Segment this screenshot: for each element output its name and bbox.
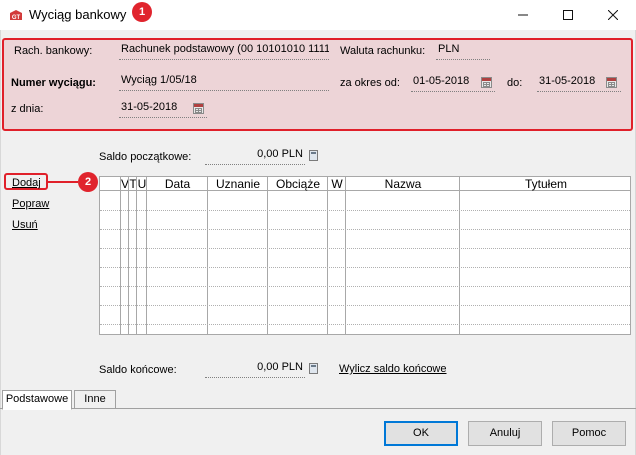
row-divider	[100, 248, 630, 249]
calculator-icon[interactable]	[309, 363, 318, 374]
column-divider	[327, 177, 328, 334]
account-field[interactable]: Rachunek podstawowy (00 10101010 1111	[119, 41, 329, 60]
close-icon	[607, 10, 618, 20]
callout-1: 1	[132, 2, 152, 22]
column-divider	[207, 177, 208, 334]
minimize-icon	[517, 14, 528, 16]
column-header-name[interactable]: Nazwa	[346, 177, 460, 191]
calendar-icon[interactable]	[481, 77, 492, 88]
cancel-button[interactable]: Anuluj	[468, 421, 542, 446]
edit-link[interactable]: Popraw	[12, 198, 49, 210]
date-label: z dnia:	[11, 103, 44, 115]
tab-other[interactable]: Inne	[74, 390, 116, 409]
callout-connector	[48, 181, 78, 183]
opening-balance-field[interactable]: 0,00 PLN	[205, 146, 305, 165]
column-header-credit[interactable]: Uznanie	[208, 177, 268, 191]
add-link[interactable]: Dodaj	[12, 177, 41, 189]
column-header-w[interactable]: W	[328, 177, 346, 191]
delete-link[interactable]: Usuń	[12, 219, 38, 231]
row-divider	[100, 267, 630, 268]
minimize-button[interactable]	[500, 0, 545, 30]
title-bar: GT Wyciąg bankowy	[0, 0, 636, 30]
period-to-label: do:	[507, 77, 523, 89]
currency-field[interactable]: PLN	[436, 41, 490, 60]
ok-button[interactable]: OK	[384, 421, 458, 446]
statement-number-label: Numer wyciągu:	[11, 77, 96, 89]
row-divider	[100, 305, 630, 306]
column-divider	[459, 177, 460, 334]
row-divider	[100, 324, 630, 325]
window-title: Wyciąg bankowy	[29, 7, 127, 22]
statement-number-field[interactable]: Wyciąg 1/05/18	[119, 72, 329, 91]
account-label: Rach. bankowy:	[14, 45, 93, 57]
app-logo-icon: GT	[10, 10, 22, 21]
table-header: V T U Data Uznanie Obciąże W Nazwa Tytuł…	[100, 177, 630, 191]
calendar-icon[interactable]	[606, 77, 617, 88]
column-divider	[128, 177, 129, 334]
column-divider	[146, 177, 147, 334]
currency-label: Waluta rachunku:	[340, 45, 426, 57]
column-header-date[interactable]: Data	[147, 177, 208, 191]
column-header-debit[interactable]: Obciąże	[268, 177, 328, 191]
svg-text:GT: GT	[12, 15, 21, 21]
callout-2: 2	[78, 172, 98, 192]
column-divider	[345, 177, 346, 334]
close-button[interactable]	[590, 0, 635, 30]
tab-basic[interactable]: Podstawowe	[2, 390, 72, 410]
closing-balance-field[interactable]: 0,00 PLN	[205, 359, 305, 378]
column-divider	[267, 177, 268, 334]
maximize-button[interactable]	[545, 0, 590, 30]
column-header-title[interactable]: Tytułem	[460, 177, 630, 191]
row-divider	[100, 210, 630, 211]
calculator-icon[interactable]	[309, 150, 318, 161]
row-divider	[100, 229, 630, 230]
calendar-icon[interactable]	[193, 103, 204, 114]
column-divider	[120, 177, 121, 334]
calculate-closing-balance-link[interactable]: Wylicz saldo końcowe	[339, 363, 447, 375]
row-divider	[100, 286, 630, 287]
period-from-label: za okres od:	[340, 77, 400, 89]
closing-balance-label: Saldo końcowe:	[99, 364, 177, 376]
column-divider	[136, 177, 137, 334]
opening-balance-label: Saldo początkowe:	[99, 151, 192, 163]
maximize-icon	[562, 10, 573, 20]
transactions-table[interactable]: V T U Data Uznanie Obciąże W Nazwa Tytuł…	[99, 176, 631, 335]
help-button[interactable]: Pomoc	[552, 421, 626, 446]
